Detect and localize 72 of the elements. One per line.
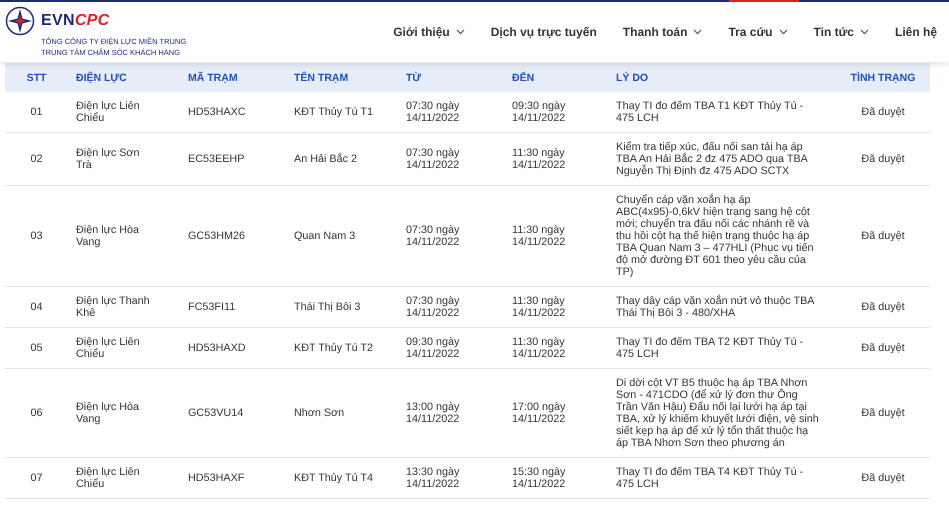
table-cell: HD53HAXD <box>180 328 286 368</box>
table-cell: Nhơn Sơn <box>286 368 398 458</box>
table-cell: Thay TI đo đếm TBA T4 KĐT Thủy Tú - 475 LCH <box>608 458 836 498</box>
table-cell: 09:30 ngày 14/11/2022 <box>398 328 504 368</box>
table-cell: 01 <box>5 92 68 132</box>
table-cell: 02 <box>5 132 68 186</box>
table-cell: KĐT Thủy Tú T1 <box>286 92 398 132</box>
table-cell: 07:30 ngày 14/11/2022 <box>398 92 504 132</box>
table-cell: 13:30 ngày 14/11/2022 <box>398 458 504 498</box>
table-cell: 11:30 ngày 14/11/2022 <box>504 132 608 186</box>
table-cell: FC53FI11 <box>180 286 286 328</box>
table-cell: 04 <box>5 286 68 328</box>
table-cell: Điện lực Sơn Trà <box>68 132 180 186</box>
table-cell: 17:00 ngày 14/11/2022 <box>504 368 608 458</box>
column-header: MÃ TRẠM <box>180 63 286 92</box>
table-cell: Điện lực Liên Chiểu <box>68 92 180 132</box>
table-cell: Đã duyệt <box>836 132 930 186</box>
table-cell: Đã duyệt <box>836 368 930 458</box>
table-cell: 15:30 ngày 14/11/2022 <box>504 458 608 498</box>
table-cell: Thay TI đo đếm TBA T2 KĐT Thủy Tú - 475 LCH <box>608 328 836 368</box>
table-cell: 07:30 ngày 14/11/2022 <box>398 186 504 286</box>
table-cell: Di dời cột VT B5 thuộc hạ áp TBA Nhơn Sơn - 471CDO (để xử lý đơn thư Ông Trần Văn Hậu) Đấu nối lại lưới hạ áp tại TBA, xử lý khiếm khuyết lưới điện, vệ sinh siết kẹp hạ áp để xử lý tổn thất thuộc hạ áp TBA Nhơn Sơn theo phương án <box>608 368 836 458</box>
table-cell: Thay TI đo đếm TBA T1 KĐT Thủy Tú - 475 LCH <box>608 92 836 132</box>
table-cell: GC53VU14 <box>180 368 286 458</box>
table-cell: KĐT Thủy Tú T2 <box>286 328 398 368</box>
table-cell: Chuyển cáp vặn xoắn hạ áp ABC(4x95)-0,6kV hiện trạng sang hệ cột mới; chuyển tra đấu nối các nhánh rẽ và thu hồi cột hạ thế hiện trạng thuộc hạ áp TBA Quan Nam 3 – 477HLI (Phục vụ tiến độ mở đường ĐT 601 theo yêu cầu của TP) <box>608 186 836 286</box>
table-cell: HD53HAXF <box>180 458 286 498</box>
nav-link[interactable]: Tra cứu <box>715 25 800 39</box>
column-header: ĐIỆN LỰC <box>68 63 180 92</box>
table-cell: Quan Nam 3 <box>286 186 398 286</box>
table-cell: Đã duyệt <box>836 92 930 132</box>
table-cell: Điện lực Hòa Vang <box>68 368 180 458</box>
table-cell: 11:30 ngày 14/11/2022 <box>504 328 608 368</box>
table-cell: 05 <box>5 328 68 368</box>
table-cell: HD53HAXC <box>180 92 286 132</box>
table-cell: Đã duyệt <box>836 186 930 286</box>
table-cell: 11:30 ngày 14/11/2022 <box>504 186 608 286</box>
table-cell: Đã duyệt <box>836 328 930 368</box>
column-header: TÌNH TRẠNG <box>836 63 930 92</box>
table-cell: 07:30 ngày 14/11/2022 <box>398 286 504 328</box>
table-cell: Điện lực Liên Chiểu <box>68 328 180 368</box>
column-header: TỪ <box>398 63 504 92</box>
table-cell: 11:30 ngày 14/11/2022 <box>504 286 608 328</box>
table-cell: Đã duyệt <box>836 458 930 498</box>
table-cell: 13:00 ngày 14/11/2022 <box>398 368 504 458</box>
column-header: STT <box>5 63 68 92</box>
nav-link[interactable]: Thanh toán <box>610 25 716 39</box>
column-header: LÝ DO <box>608 63 836 92</box>
nav-link[interactable]: Giới thiệu <box>380 25 478 39</box>
table-cell: GC53HM26 <box>180 186 286 286</box>
table-cell: 06 <box>5 368 68 458</box>
column-header: ĐẾN <box>504 63 608 92</box>
table-cell: An Hải Bắc 2 <box>286 132 398 186</box>
table-cell: Kiểm tra tiếp xúc, đấu nối san tải hạ áp TBA An Hải Bắc 2 đz 475 ADO qua TBA Nguyễn Thị Định đz 475 ADO SCTX <box>608 132 836 186</box>
table-cell: 09:30 ngày 14/11/2022 <box>504 92 608 132</box>
nav-link[interactable]: Liên hệ <box>882 25 937 39</box>
table-cell: Thái Thị Bôi 3 <box>286 286 398 328</box>
table-cell: Đã duyệt <box>836 286 930 328</box>
table-cell: 07 <box>5 458 68 498</box>
column-header: TÊN TRẠM <box>286 63 398 92</box>
table-cell: 03 <box>5 186 68 286</box>
table-cell: Thay dây cáp vặn xoắn nứt vỏ thuộc TBA Thái Thị Bôi 3 - 480/XHA <box>608 286 836 328</box>
table-cell: Điện lực Liên Chiểu <box>68 458 180 498</box>
table-cell: EC53EEHP <box>180 132 286 186</box>
table-cell: Điện lực Hòa Vang <box>68 186 180 286</box>
table-cell: Điện lực Thanh Khê <box>68 286 180 328</box>
table-cell: 07:30 ngày 14/11/2022 <box>398 132 504 186</box>
evn-logo-icon <box>5 6 35 36</box>
table-cell: KĐT Thủy Tú T4 <box>286 458 398 498</box>
brand-name: EVNCPC <box>41 12 110 30</box>
nav-link[interactable]: Dịch vụ trực tuyến <box>478 25 610 39</box>
nav-link[interactable]: Tin tức <box>800 25 882 39</box>
